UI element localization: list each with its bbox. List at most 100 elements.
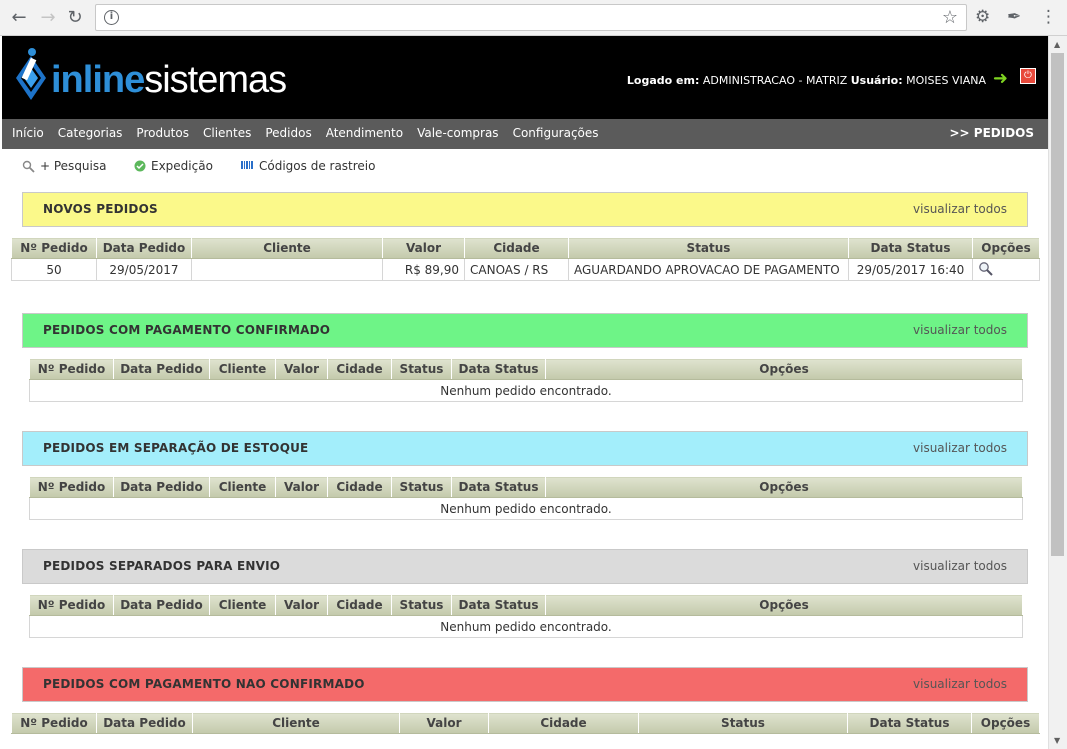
col-header-pedido[interactable]: Nº Pedido (29, 594, 114, 616)
col-header-data-pedido[interactable]: Data Pedido (96, 237, 192, 259)
extension-gear-icon[interactable]: ⚙ (975, 7, 990, 27)
col-header-cliente[interactable]: Cliente (192, 712, 400, 734)
back-arrow-icon[interactable]: ← (9, 8, 29, 28)
action-toolbar: + Pesquisa Expedição Códigos de rastreio (2, 149, 1048, 183)
col-header-cidade[interactable]: Cidade (488, 712, 639, 734)
section-separacao-estoque: PEDIDOS EM SEPARAÇÃO DE ESTOQUE visualiz… (22, 431, 1028, 466)
empty-message: Nenhum pedido encontrado. (29, 379, 1023, 402)
col-header-cliente[interactable]: Cliente (209, 594, 276, 616)
empty-message: Nenhum pedido encontrado. (29, 497, 1023, 520)
logo-icon (16, 48, 46, 100)
col-header-data-pedido[interactable]: Data Pedido (113, 594, 210, 616)
col-header-data-status[interactable]: Data Status (451, 476, 546, 498)
menu-item-inicio[interactable]: Início (12, 119, 44, 147)
col-header-cidade[interactable]: Cidade (464, 237, 569, 259)
col-header-data-pedido[interactable]: Data Pedido (96, 712, 193, 734)
col-header-pedido[interactable]: Nº Pedido (29, 476, 114, 498)
cell-data-status: 29/05/2017 16:40 (848, 258, 973, 281)
col-header-data-pedido[interactable]: Data Pedido (113, 358, 210, 380)
expedicao-link-label: Expedição (151, 159, 213, 173)
col-header-status[interactable]: Status (391, 476, 452, 498)
col-header-data-status[interactable]: Data Status (451, 594, 546, 616)
col-header-cidade[interactable]: Cidade (327, 594, 392, 616)
col-header-cidade[interactable]: Cidade (327, 358, 392, 380)
menu-item-clientes[interactable]: Clientes (203, 119, 251, 147)
logout-power-icon[interactable]: ⏻ (1020, 68, 1036, 84)
back-green-arrow-icon[interactable]: ➜ (993, 68, 1008, 89)
scroll-thumb[interactable] (1051, 53, 1064, 556)
rastreio-link-label: Códigos de rastreio (259, 159, 376, 173)
cell-pedido: 50 (11, 258, 97, 281)
col-header-status[interactable]: Status (568, 237, 849, 259)
expedicao-link[interactable]: Expedição (134, 159, 213, 173)
col-header-status[interactable]: Status (638, 712, 848, 734)
col-header-pedido[interactable]: Nº Pedido (29, 358, 114, 380)
col-header-cliente[interactable]: Cliente (209, 476, 276, 498)
col-header-valor[interactable]: Valor (382, 237, 465, 259)
cell-valor: R$ 89,90 (382, 258, 465, 281)
col-header-status[interactable]: Status (391, 594, 452, 616)
col-header-cliente[interactable]: Cliente (191, 237, 383, 259)
scroll-up-arrow-icon[interactable]: ▲ (1054, 40, 1060, 49)
menu-item-configuracoes[interactable]: Configurações (513, 119, 599, 147)
info-icon[interactable]: i (104, 10, 119, 25)
user-label: Usuário: (850, 74, 903, 87)
logo-text-sistemas: sistemas (144, 59, 287, 101)
col-header-data-status[interactable]: Data Status (847, 712, 972, 734)
menu-item-categorias[interactable]: Categorias (58, 119, 123, 147)
search-link-label: + Pesquisa (40, 159, 107, 173)
magnifier-icon (22, 160, 35, 173)
page-scrollbar[interactable]: ▲ ▼ (1048, 36, 1067, 749)
eyedropper-icon[interactable]: ✒ (1007, 7, 1021, 27)
col-header-cliente[interactable]: Cliente (209, 358, 276, 380)
table-row[interactable]: 50 29/05/2017 R$ 89,90 CANOAS / RS AGUAR… (11, 258, 1040, 281)
section-separados-envio: PEDIDOS SEPARADOS PARA ENVIO visualizar … (22, 549, 1028, 584)
col-header-valor[interactable]: Valor (399, 712, 489, 734)
view-all-link[interactable]: visualizar todos (913, 668, 1007, 701)
menu-item-produtos[interactable]: Produtos (136, 119, 189, 147)
section-pagamento-nao-confirmado: PEDIDOS COM PAGAMENTO NAO CONFIRMADO vis… (22, 667, 1028, 702)
logged-label: Logado em: (626, 74, 700, 87)
col-header-status[interactable]: Status (391, 358, 452, 380)
bookmark-star-icon[interactable]: ☆ (942, 7, 958, 28)
col-header-valor[interactable]: Valor (275, 594, 328, 616)
menu-item-atendimento[interactable]: Atendimento (326, 119, 403, 147)
section-title: PEDIDOS SEPARADOS PARA ENVIO (43, 559, 281, 573)
forward-arrow-icon[interactable]: → (38, 8, 58, 28)
cell-cidade: CANOAS / RS (464, 258, 569, 281)
reload-icon[interactable]: ↻ (65, 8, 85, 28)
menu-item-vale-compras[interactable]: Vale-compras (417, 119, 498, 147)
col-header-data-status[interactable]: Data Status (451, 358, 546, 380)
section-title: NOVOS PEDIDOS (43, 202, 158, 216)
check-circle-icon (134, 160, 146, 172)
col-header-opcoes: Opções (545, 476, 1023, 498)
breadcrumb: >> PEDIDOS (949, 126, 1034, 140)
col-header-data-status[interactable]: Data Status (848, 237, 973, 259)
col-header-pedido[interactable]: Nº Pedido (11, 237, 97, 259)
view-all-link[interactable]: visualizar todos (913, 314, 1007, 347)
section-novos-pedidos: NOVOS PEDIDOS visualizar todos (22, 192, 1028, 227)
menu-item-pedidos[interactable]: Pedidos (265, 119, 311, 147)
address-bar[interactable]: i ☆ (95, 4, 967, 31)
view-all-link[interactable]: visualizar todos (913, 193, 1007, 226)
orders-table-nao-confirmado: Nº Pedido Data Pedido Cliente Valor Cida… (11, 712, 1040, 734)
site-header: inlinesistemas Logado em: ADMINISTRACAO … (2, 36, 1048, 119)
cell-data-pedido: 29/05/2017 (96, 258, 192, 281)
col-header-data-pedido[interactable]: Data Pedido (113, 476, 210, 498)
col-header-opcoes: Opções (971, 712, 1040, 734)
rastreio-link[interactable]: Códigos de rastreio (241, 159, 375, 173)
view-all-link[interactable]: visualizar todos (913, 550, 1007, 583)
col-header-valor[interactable]: Valor (275, 358, 328, 380)
search-link[interactable]: + Pesquisa (22, 159, 106, 173)
orders-table-separados: Nº Pedido Data Pedido Cliente Valor Cida… (29, 594, 1023, 638)
col-header-cidade[interactable]: Cidade (327, 476, 392, 498)
col-header-opcoes: Opções (972, 237, 1040, 259)
view-order-search-icon[interactable] (978, 261, 993, 276)
col-header-valor[interactable]: Valor (275, 476, 328, 498)
view-all-link[interactable]: visualizar todos (913, 432, 1007, 465)
scroll-down-arrow-icon[interactable]: ▼ (1054, 736, 1060, 745)
col-header-pedido[interactable]: Nº Pedido (11, 712, 97, 734)
cell-opcoes (972, 258, 1040, 281)
menu-kebab-icon[interactable]: ⋮ (1040, 7, 1057, 27)
login-info: Logado em: ADMINISTRACAO - MATRIZ Usuári… (627, 74, 986, 88)
